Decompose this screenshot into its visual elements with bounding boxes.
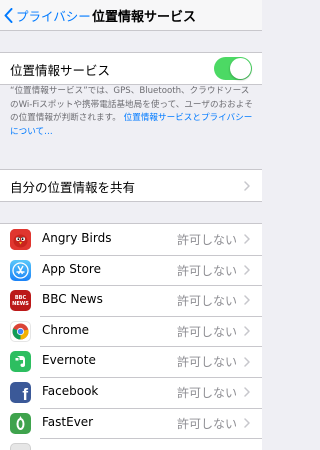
app-permission-status: 許可しない <box>176 355 237 370</box>
chevron-right-icon <box>244 234 250 245</box>
share-location-row[interactable]: 自分の位置情報を共有 <box>0 170 262 201</box>
app-name: App Store <box>42 261 101 276</box>
share-location-label: 自分の位置情報を共有 <box>10 180 136 195</box>
location-services-toggle[interactable] <box>214 57 252 80</box>
chevron-right-icon <box>244 387 250 398</box>
chevron-left-icon <box>4 7 13 23</box>
chevron-right-icon <box>244 356 250 367</box>
app-row-angry-birds[interactable]: Angry Birds 許可しない <box>0 224 262 255</box>
app-name: Facebook <box>42 383 99 398</box>
app-store-icon <box>10 259 31 281</box>
facebook-icon-glyph: f <box>22 384 28 403</box>
chevron-right-icon <box>244 265 250 275</box>
evernote-icon <box>10 351 31 373</box>
toggle-knob <box>230 58 251 79</box>
app-permission-status: 許可しない <box>176 416 237 431</box>
app-row-evernote[interactable]: Evernote 許可しない <box>0 346 262 377</box>
chevron-right-icon <box>244 326 250 336</box>
app-permission-status: 許可しない <box>176 324 237 339</box>
back-button[interactable]: プライバシー <box>4 4 91 26</box>
app-name: Chrome <box>42 322 90 337</box>
navigation-bar: プライバシー 位置情報サービス <box>0 0 262 31</box>
app-row-fastever[interactable]: FastEver 許可しない <box>0 407 262 439</box>
chevron-right-icon <box>244 180 250 191</box>
location-services-row: 位置情報サービス <box>0 53 262 84</box>
app-name: Angry Birds <box>42 231 112 245</box>
location-services-footnote: “位置情報サービス”では、GPS、Bluetooth、クラウドソースのWi-Fi… <box>10 85 256 139</box>
app-name: FastEver <box>42 414 94 429</box>
partial-app-icon <box>10 443 31 450</box>
angry-birds-icon <box>10 229 31 250</box>
location-services-label: 位置情報サービス <box>10 63 111 78</box>
app-row-bbc-news[interactable]: BBC NEWS BBC News 許可しない <box>0 285 262 316</box>
app-row-chrome[interactable]: Chrome 許可しない <box>0 315 262 347</box>
app-row-partial[interactable] <box>0 438 262 450</box>
chrome-icon <box>10 320 31 342</box>
app-name: BBC News <box>42 292 103 307</box>
app-row-app-store[interactable]: App Store 許可しない <box>0 254 262 286</box>
app-permission-status: 許可しない <box>176 263 237 278</box>
bbc-icon-text: BBC NEWS <box>12 294 29 307</box>
app-permission-status: 許可しない <box>176 385 237 400</box>
app-row-facebook[interactable]: f Facebook 許可しない <box>0 376 262 408</box>
fastever-icon <box>10 412 31 434</box>
location-services-group: 位置情報サービス <box>0 52 262 85</box>
app-list: Angry Birds 許可しない App Store 許可しない BBC NE… <box>0 223 262 450</box>
share-location-group: 自分の位置情報を共有 <box>0 169 262 202</box>
back-button-label: プライバシー <box>16 8 91 24</box>
facebook-icon: f <box>10 381 31 403</box>
chevron-right-icon <box>244 295 250 306</box>
app-name: Evernote <box>42 353 96 368</box>
chevron-right-icon <box>244 418 250 428</box>
app-permission-status: 許可しない <box>176 294 237 309</box>
page-title: 位置情報サービス <box>92 10 197 25</box>
bbc-news-icon: BBC NEWS <box>10 290 31 312</box>
app-permission-status: 許可しない <box>176 233 237 247</box>
